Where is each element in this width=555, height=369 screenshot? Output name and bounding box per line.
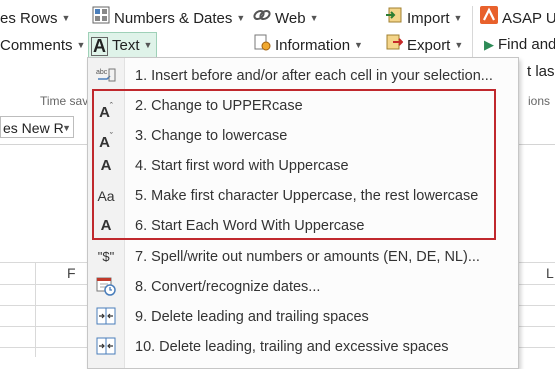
text-label: Text bbox=[112, 37, 140, 54]
rows-label: es Rows bbox=[0, 10, 58, 27]
menu-item-first-word-uppercase[interactable]: A 4. Start first word with Uppercase bbox=[88, 152, 518, 180]
find-button[interactable]: ▶ Find and bbox=[484, 33, 555, 57]
column-header-l[interactable]: L bbox=[546, 262, 554, 284]
column-header-f[interactable]: F bbox=[67, 262, 76, 284]
text-a-icon: A bbox=[91, 35, 108, 56]
text-menu-button[interactable]: A Text ▼ bbox=[88, 32, 158, 58]
information-label: Information bbox=[275, 37, 351, 54]
asap-button[interactable]: ASAP U bbox=[480, 6, 555, 30]
menu-item-label: 2. Change to UPPERcase bbox=[135, 98, 303, 114]
menu-item-label: 6. Start Each Word With Uppercase bbox=[135, 218, 365, 234]
trim-spaces-icon bbox=[94, 306, 118, 328]
sentence-case-icon: A bbox=[100, 157, 112, 174]
chevron-down-icon: ▼ bbox=[62, 123, 71, 133]
chevron-down-icon: ▼ bbox=[454, 40, 464, 50]
chevron-down-icon: ▼ bbox=[354, 40, 363, 50]
menu-item-lowercase[interactable]: Aˇ 3. Change to lowercase bbox=[88, 122, 518, 151]
web-label: Web bbox=[275, 10, 306, 27]
import-icon bbox=[385, 6, 403, 32]
find-label: Find and bbox=[498, 36, 555, 53]
export-label: Export bbox=[407, 37, 451, 54]
title-case-icon: A bbox=[100, 217, 112, 234]
font-name-value: es New R bbox=[3, 120, 64, 136]
import-label: Import bbox=[407, 10, 450, 27]
lowercase-icon: Aˇ bbox=[99, 131, 113, 151]
link-icon bbox=[253, 6, 271, 32]
chevron-down-icon: ▼ bbox=[236, 13, 246, 23]
calculator-icon bbox=[92, 6, 110, 32]
export-button[interactable]: Export ▼ bbox=[385, 33, 463, 57]
menu-item-label: 3. Change to lowercase bbox=[135, 128, 288, 144]
menu-item-each-word-uppercase[interactable]: A 6. Start Each Word With Uppercase bbox=[88, 212, 518, 240]
time-saver-group-label: Time sav bbox=[40, 94, 89, 108]
menu-item-label: 4. Start first word with Uppercase bbox=[135, 158, 349, 174]
export-icon bbox=[385, 33, 404, 59]
menu-item-label: 5. Make first character Uppercase, the r… bbox=[135, 188, 479, 204]
chevron-down-icon: ▼ bbox=[453, 13, 463, 23]
calendar-clock-icon bbox=[94, 276, 118, 298]
information-button[interactable]: Information ▼ bbox=[253, 33, 363, 57]
menu-item-first-char-uppercase[interactable]: Aa 5. Make first character Uppercase, th… bbox=[88, 182, 518, 210]
play-icon: ▶ bbox=[484, 37, 494, 53]
numbers-dates-label: Numbers & Dates bbox=[114, 10, 233, 27]
menu-item-convert-dates[interactable]: 8. Convert/recognize dates... bbox=[88, 273, 518, 301]
menu-item-uppercase[interactable]: Aˆ 2. Change to UPPERcase bbox=[88, 92, 518, 121]
svg-text:abc: abc bbox=[96, 69, 108, 76]
spell-number-icon: "$" bbox=[97, 249, 115, 264]
menu-item-label: 7. Spell/write out numbers or amounts (E… bbox=[135, 249, 480, 265]
import-button[interactable]: Import ▼ bbox=[385, 6, 462, 30]
chevron-down-icon: ▼ bbox=[309, 13, 319, 23]
menu-item-label: 9. Delete leading and trailing spaces bbox=[135, 309, 369, 325]
font-name-select[interactable]: es New R ▼ bbox=[0, 116, 74, 138]
asap-logo-icon bbox=[480, 6, 498, 32]
uppercase-icon: Aˆ bbox=[99, 101, 113, 121]
chevron-down-icon: ▼ bbox=[61, 13, 71, 23]
web-button[interactable]: Web ▼ bbox=[253, 6, 319, 30]
rows-button[interactable]: es Rows ▼ bbox=[0, 6, 70, 30]
numbers-dates-button[interactable]: Numbers & Dates ▼ bbox=[92, 6, 245, 30]
partial-label: t las bbox=[527, 63, 555, 80]
menu-item-label: 8. Convert/recognize dates... bbox=[135, 279, 321, 295]
asap-label: ASAP U bbox=[502, 9, 555, 27]
trim-all-spaces-icon bbox=[94, 336, 118, 358]
chevron-down-icon: ▼ bbox=[76, 40, 86, 50]
comments-label: Comments bbox=[0, 37, 73, 54]
gridline bbox=[35, 262, 36, 357]
menu-item-label: 1. Insert before and/or after each cell … bbox=[135, 68, 493, 84]
partial-button[interactable]: t las bbox=[527, 60, 555, 84]
insert-text-icon: abc bbox=[94, 65, 118, 87]
info-gear-icon bbox=[253, 33, 271, 59]
comments-button[interactable]: Comments ▼ bbox=[0, 33, 85, 57]
menu-item-spell-numbers[interactable]: "$" 7. Spell/write out numbers or amount… bbox=[88, 243, 518, 271]
options-group-label: ions bbox=[528, 94, 551, 108]
chevron-down-icon: ▼ bbox=[143, 40, 153, 50]
menu-item-trim-spaces[interactable]: 9. Delete leading and trailing spaces bbox=[88, 303, 518, 331]
capitalize-icon: Aa bbox=[97, 188, 115, 204]
text-dropdown-menu: abc 1. Insert before and/or after each c… bbox=[87, 57, 519, 369]
menu-item-insert[interactable]: abc 1. Insert before and/or after each c… bbox=[88, 62, 518, 90]
